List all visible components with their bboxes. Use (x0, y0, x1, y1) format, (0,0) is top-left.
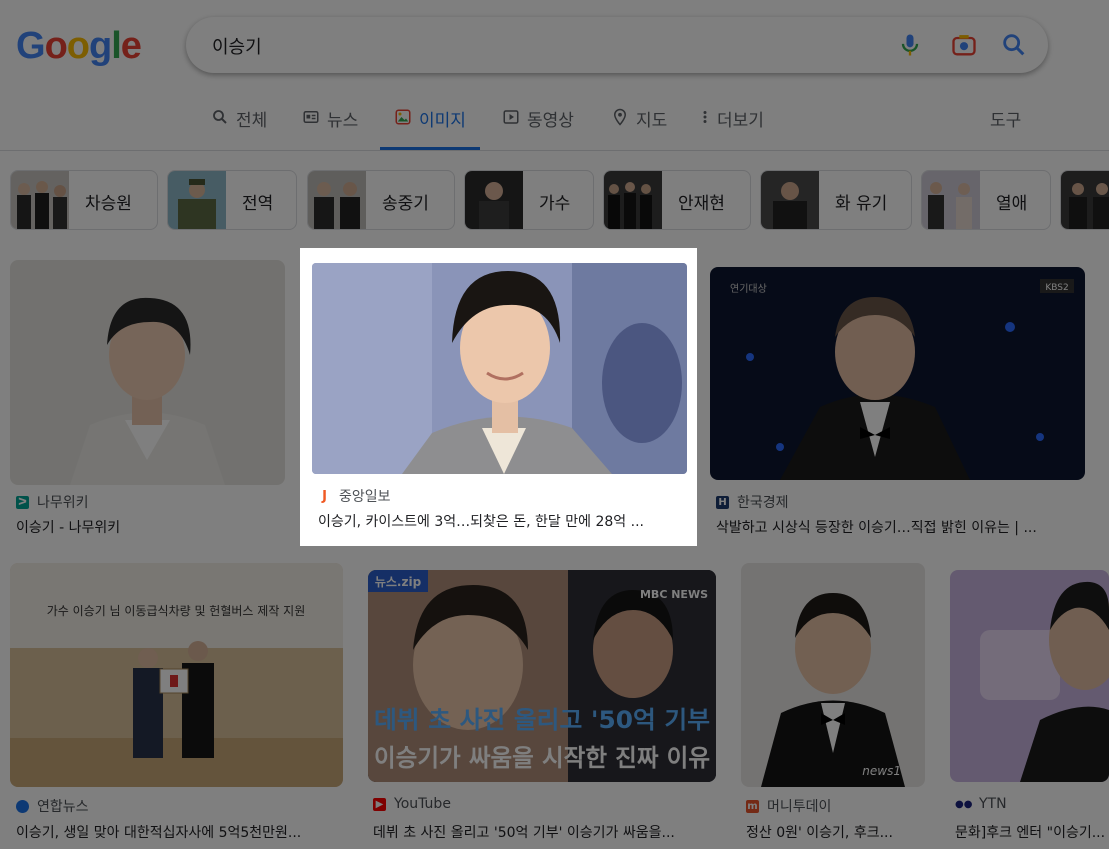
result-title[interactable]: 문화]후크 엔터 "이승기... (955, 822, 1109, 842)
chip-label: 가수 (539, 194, 571, 214)
result-title[interactable]: 이승기, 생일 맞아 대한적십자사에 5억5천만원... (16, 822, 346, 842)
moneytoday-favicon-icon: m (746, 799, 759, 813)
tab-maps[interactable]: 지도 (611, 106, 667, 150)
chip-label: 화 유기 (835, 194, 888, 214)
chip-related-search[interactable]: 차승원 (10, 170, 158, 230)
tab-videos[interactable]: 동영상 (502, 106, 574, 150)
result-title[interactable]: 데뷔 초 사진 올리고 '50억 기부' 이승기가 싸움을... (373, 822, 718, 842)
result-thumbnail: KBS2 연기대상 (710, 267, 1085, 480)
result-source[interactable]: 연합뉴스 (16, 796, 89, 816)
chip-related-search[interactable]: 송중기 (307, 170, 455, 230)
chip-label: 안재현 (678, 194, 725, 214)
chip-related-search[interactable]: 안재현 (603, 170, 751, 230)
chip-label: 전역 (242, 194, 274, 214)
youtube-favicon-icon: ▶ (373, 797, 386, 811)
result-source[interactable]: J 중앙일보 (318, 486, 390, 506)
chip-thumbnail (11, 171, 69, 229)
tab-images[interactable]: 이미지 (380, 106, 480, 150)
chip-related-search[interactable]: 열애 (921, 170, 1051, 230)
chip-thumbnail (168, 171, 226, 229)
result-title[interactable]: 정산 0원' 이승기, 후크... (746, 822, 926, 842)
chip-thumbnail (922, 171, 980, 229)
tab-all[interactable]: 전체 (211, 106, 267, 150)
chip-thumbnail (604, 171, 662, 229)
result-title[interactable]: 이승기 - 나무위키 (16, 517, 286, 537)
namuwiki-favicon-icon: ᐳ (16, 495, 29, 509)
chip-thumbnail (465, 171, 523, 229)
result-source[interactable]: ▶ YouTube (373, 796, 451, 812)
result-title[interactable]: 이승기, 카이스트에 3억…되찾은 돈, 한달 만에 28억 ... (318, 511, 680, 531)
tab-news[interactable]: 뉴스 (302, 106, 358, 150)
camera-lens-icon[interactable] (950, 31, 978, 59)
chip-related-search[interactable]: 화 유기 (760, 170, 912, 230)
result-image[interactable]: news1 (741, 563, 925, 787)
chip-thumbnail (761, 171, 819, 229)
chip-related-search[interactable]: 전역 (167, 170, 297, 230)
result-source[interactable]: H 한국경제 (716, 492, 789, 512)
kbs-logo: KBS2 (1045, 283, 1068, 293)
more-vert-icon (703, 111, 707, 123)
mbc-logo: MBC NEWS (640, 588, 708, 601)
news-zip-label: 뉴스.zip (375, 575, 422, 589)
result-title[interactable]: 삭발하고 시상식 등장한 이승기…직접 밝힌 이유는 | ... (716, 517, 1096, 537)
chip-related-search[interactable]: 가수 (464, 170, 594, 230)
chip-thumbnail (1061, 171, 1109, 229)
chip-related-search[interactable] (1060, 170, 1109, 230)
search-box[interactable]: 이승기 (186, 17, 1048, 73)
microphone-icon[interactable] (896, 31, 924, 59)
result-thumbnail (312, 263, 687, 474)
search-icon (213, 110, 227, 124)
yonhap-favicon-icon (16, 799, 29, 813)
result-thumbnail: 가수 이승기 님 이동급식차량 및 헌혈버스 제작 지원 (10, 563, 343, 787)
result-image[interactable]: KBS2 연기대상 (710, 267, 1085, 480)
search-icon[interactable] (1000, 31, 1028, 59)
result-thumbnail: news1 (741, 563, 925, 787)
hankyung-favicon-icon: H (716, 495, 729, 509)
highlighted-result-card[interactable]: J 중앙일보 이승기, 카이스트에 3억…되찾은 돈, 한달 만에 28억 ... (300, 248, 697, 546)
chip-label: 차승원 (85, 194, 132, 214)
tab-label: 동영상 (527, 111, 574, 131)
google-logo[interactable]: Google (16, 26, 142, 66)
search-tabs: 전체 뉴스 이미지 동영상 지도 더보기 도구 (0, 104, 1109, 151)
result-thumbnail (10, 260, 285, 485)
result-thumbnail (950, 570, 1109, 782)
joongang-favicon-icon: J (322, 488, 327, 504)
tab-label: 전체 (236, 111, 268, 131)
video-caption-2: 이승기가 싸움을 시작한 진짜 이유 (374, 744, 710, 772)
chip-label: 송중기 (382, 194, 429, 214)
result-thumbnail: 뉴스.zip MBC NEWS 데뷔 초 사진 올리고 '50억 기부 이승기가… (368, 570, 716, 782)
banner-text: 가수 이승기 님 이동급식차량 및 헌혈버스 제작 지원 (47, 604, 306, 618)
news1-watermark: news1 (862, 764, 901, 778)
result-image[interactable]: 뉴스.zip MBC NEWS 데뷔 초 사진 올리고 '50억 기부 이승기가… (368, 570, 716, 782)
search-input[interactable]: 이승기 (212, 33, 262, 59)
award-logo: 연기대상 (730, 283, 767, 295)
chip-thumbnail (308, 171, 366, 229)
tools-button[interactable]: 도구 (990, 106, 1021, 131)
play-icon (503, 110, 519, 124)
result-source[interactable]: ●● YTN (955, 796, 1007, 812)
result-image[interactable] (10, 260, 285, 485)
map-pin-icon (613, 108, 627, 126)
result-image[interactable] (312, 263, 687, 474)
image-icon (395, 109, 411, 125)
tab-label: 더보기 (717, 111, 764, 131)
tab-label: 이미지 (419, 111, 466, 131)
result-image[interactable] (950, 570, 1109, 782)
result-source[interactable]: m 머니투데이 (746, 796, 831, 816)
tab-more[interactable]: 더보기 (700, 106, 764, 150)
video-caption-1: 데뷔 초 사진 올리고 '50억 기부 (374, 706, 710, 734)
result-source[interactable]: ᐳ 나무위키 (16, 492, 89, 512)
chip-label: 열애 (996, 194, 1028, 214)
ytn-favicon-icon: ●● (955, 798, 973, 810)
news-icon (303, 111, 319, 123)
tab-label: 지도 (636, 111, 668, 131)
tab-label: 뉴스 (327, 111, 359, 131)
result-image[interactable]: 가수 이승기 님 이동급식차량 및 헌혈버스 제작 지원 (10, 563, 343, 787)
